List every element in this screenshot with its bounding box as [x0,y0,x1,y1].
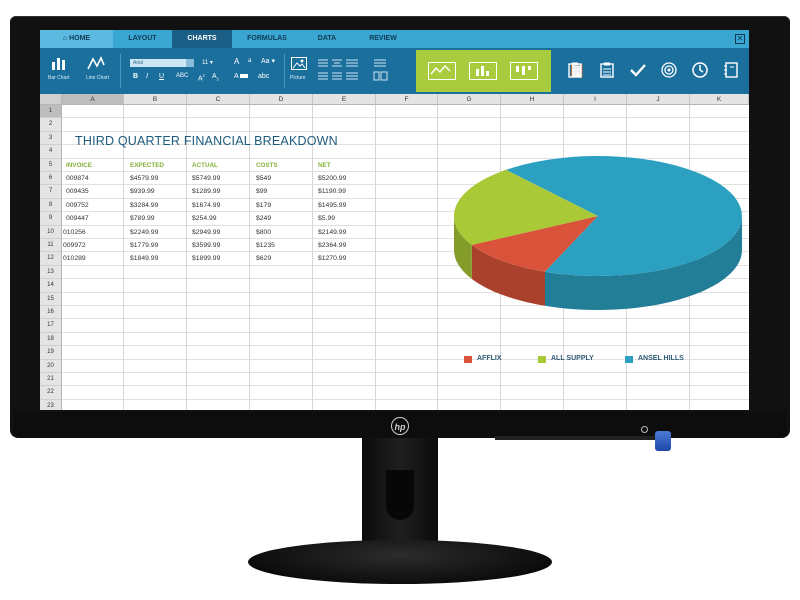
grow-font-button[interactable]: A [234,57,239,66]
font-size-value: 11 [202,60,209,66]
picture-label: Picture [290,75,306,81]
font-name-field[interactable]: Arial [130,59,194,67]
legend-label: AFFLIX [477,355,502,362]
bar-chart-icon[interactable] [51,56,67,70]
line-chart-label: Line Chart [86,75,110,81]
hp-logo: hp [391,417,409,435]
font-size-field[interactable]: 11 ▾ [202,59,213,66]
shrink-font-button[interactable]: a [248,58,251,64]
tab-review[interactable]: REVIEW [352,30,414,48]
monitor-control-buttons[interactable] [495,436,655,440]
line-chart-icon[interactable] [87,56,105,70]
column-chart-style-button[interactable] [469,62,497,80]
bar-chart-label: Bar Chart [48,75,70,81]
highlight-label: A [234,73,239,80]
change-case-label: Aa [261,58,270,65]
picture-icon[interactable] [291,57,307,70]
subscript-button[interactable]: A2 [212,73,219,81]
spreadsheet-grid[interactable]: ABCDEFGHIJK 1 2 3 4 5 6 7 8 9 10 11 12 13 14 15 16 17 18 1… [40,94,749,410]
target-icon[interactable] [661,62,677,78]
screen: ⌂ HOME LAYOUT CHARTS FORMULAS DATA REVIE… [40,30,749,410]
monitor-joystick-button[interactable] [655,431,671,451]
ribbon-tab-bar: ⌂ HOME LAYOUT CHARTS FORMULAS DATA REVIE… [40,30,749,48]
chevron-down-icon[interactable] [186,59,194,67]
bold-button[interactable]: B [133,73,138,80]
cable-management-cutout [386,470,414,520]
legend-swatch [464,356,472,363]
pie-chart[interactable] [40,94,749,410]
tab-data[interactable]: DATA [302,30,352,48]
monitor-stand-base [248,540,552,584]
change-case-button[interactable]: Aa ▾ [261,57,275,65]
legend-swatch [625,356,633,363]
highlight-button[interactable]: A [234,73,249,80]
close-button[interactable]: ✕ [735,34,745,44]
notebook-icon[interactable] [723,62,739,78]
strikethrough-button[interactable]: ABC [176,73,188,79]
clipboard-icon[interactable] [567,62,583,78]
waterfall-chart-style-button[interactable] [510,62,538,80]
italic-button[interactable]: I [146,73,148,80]
paragraph-alignment-icons[interactable] [318,58,408,82]
clock-icon[interactable] [692,62,708,78]
underline-button[interactable]: U [159,73,164,80]
tab-layout[interactable]: LAYOUT [113,30,172,48]
line-chart-style-button[interactable] [428,62,456,80]
checkmark-icon[interactable] [629,63,647,77]
ribbon-separator [120,54,121,88]
ribbon-toolbar: Bar Chart Line Chart Arial 11 ▾ B I U AB… [40,48,749,94]
tab-home[interactable]: ⌂ HOME [40,30,113,48]
highlight-color-icon [240,74,249,78]
legend-swatch [538,356,546,363]
ribbon-separator [284,54,285,88]
superscript-button[interactable]: A2 [198,73,205,82]
tab-formulas[interactable]: FORMULAS [232,30,302,48]
bar-chart-icon [476,66,489,76]
line-chart-icon [430,64,451,75]
legend-label: ALL SUPPLY [551,355,594,362]
tab-charts[interactable]: CHARTS [172,30,232,48]
paste-icon[interactable] [599,62,615,78]
tab-home-label: HOME [69,35,91,42]
power-button[interactable] [641,426,648,433]
waterfall-chart-icon [516,66,531,75]
legend-label: ANSEL HILLS [638,355,684,362]
chart-style-group [416,50,551,92]
lowercase-button[interactable]: abc [258,73,269,80]
